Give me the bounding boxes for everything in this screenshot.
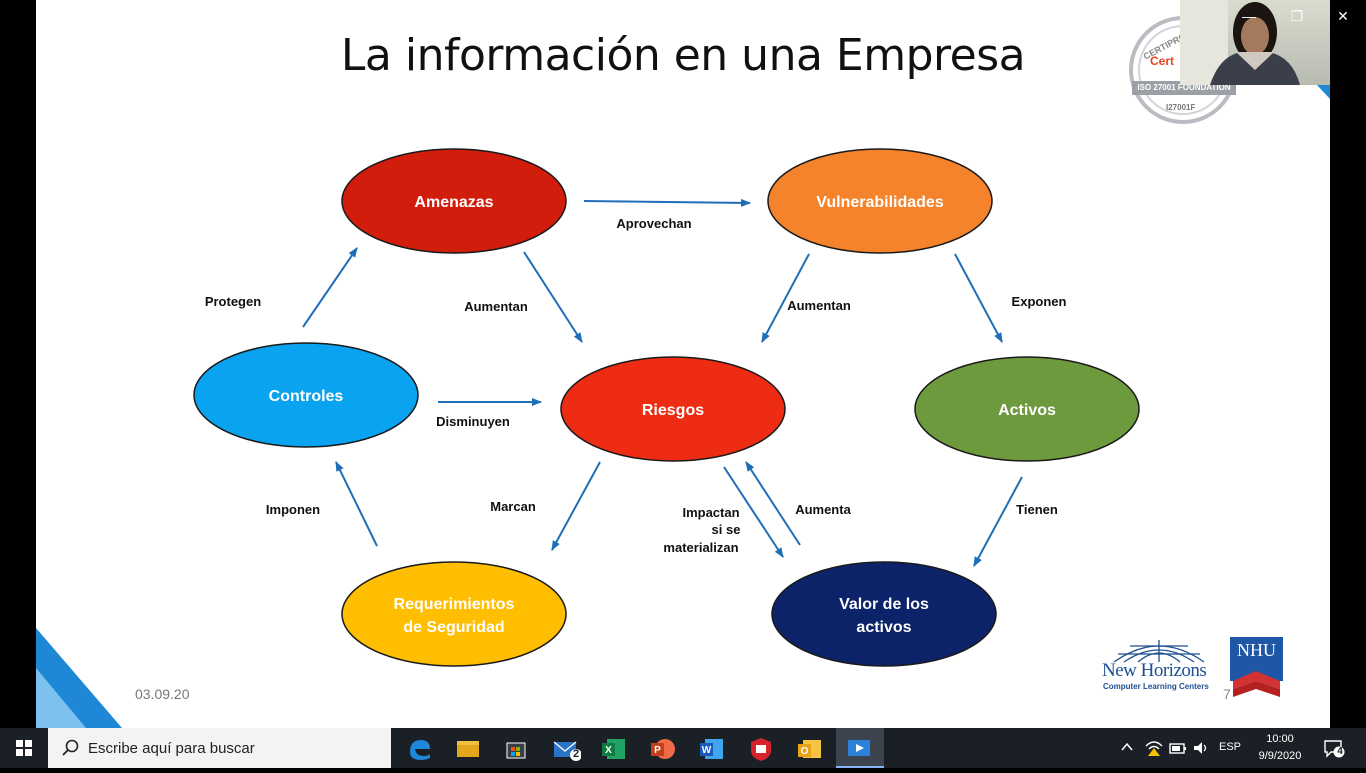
- notification-count: 4: [1337, 746, 1343, 757]
- arrow-requerimientos-controles: [335, 461, 378, 547]
- security-app-icon[interactable]: [746, 734, 776, 762]
- node-controles: Controles: [193, 342, 419, 448]
- badge-brand-text: Cert: [1150, 54, 1175, 68]
- arrow-valor-riesgos: [745, 461, 801, 546]
- new-horizons-subtitle: Computer Learning Centers: [1103, 682, 1209, 691]
- svg-text:P: P: [654, 745, 661, 756]
- slide-corner-accent: [1317, 85, 1330, 99]
- language-indicator[interactable]: ESP: [1216, 741, 1244, 753]
- minimize-button[interactable]: —: [1234, 4, 1264, 28]
- node-riesgos-label: Riesgos: [642, 402, 704, 419]
- mail-badge: 2: [572, 748, 580, 760]
- edge-label-protegen: Protegen: [205, 294, 261, 309]
- arrow-amenazas-vulnerabilidades: [583, 198, 751, 207]
- speaker-icon[interactable]: [1192, 740, 1210, 756]
- badge-code-text: I27001F: [1166, 103, 1196, 112]
- clock-date[interactable]: 9/9/2020: [1252, 750, 1308, 762]
- svg-text:X: X: [605, 745, 612, 756]
- edge-label-disminuyen: Disminuyen: [436, 414, 510, 429]
- node-amenazas-label: Amenazas: [414, 194, 493, 211]
- powerpoint-icon[interactable]: P: [648, 734, 678, 762]
- node-activos-label: Activos: [998, 402, 1056, 419]
- node-requerimientos-label-1: Requerimientos: [394, 596, 515, 613]
- search-icon: [62, 739, 79, 756]
- restore-button[interactable]: ❐: [1282, 4, 1312, 28]
- edge-label-imponen: Imponen: [266, 502, 320, 517]
- search-placeholder: Escribe aquí para buscar: [88, 740, 255, 757]
- windows-taskbar: Escribe aquí para buscar 2 X P W O ESP 1…: [0, 728, 1366, 768]
- edge-label-impactan-3: materializan: [663, 540, 738, 555]
- node-vulnerabilidades: Vulnerabilidades: [767, 148, 993, 254]
- nhu-text: NHU: [1237, 640, 1276, 660]
- node-valor-label-1: Valor de los: [839, 596, 929, 613]
- file-explorer-icon[interactable]: [453, 734, 483, 762]
- arrow-activos-valor: [973, 476, 1023, 567]
- window-controls: — ❐ ✕: [1228, 0, 1366, 32]
- node-activos: Activos: [914, 356, 1140, 462]
- outlook-icon[interactable]: O: [795, 734, 825, 762]
- store-icon[interactable]: [501, 734, 531, 762]
- node-valor-label-2: activos: [856, 619, 911, 636]
- node-controles-label: Controles: [269, 388, 344, 405]
- active-app-tile[interactable]: [836, 728, 884, 768]
- edge-label-aumentan-left: Aumentan: [464, 299, 528, 314]
- edge-label-marcan: Marcan: [490, 499, 536, 514]
- node-requerimientos: Requerimientos de Seguridad: [341, 561, 567, 667]
- svg-text:O: O: [801, 746, 809, 757]
- node-valor-activos: Valor de los activos: [771, 561, 997, 667]
- chevron-up-icon[interactable]: [1120, 740, 1134, 754]
- windows-logo-icon: [16, 740, 32, 756]
- start-button[interactable]: [0, 728, 48, 768]
- excel-icon[interactable]: X: [599, 734, 629, 762]
- battery-icon[interactable]: [1169, 740, 1187, 756]
- presentation-player-icon: [848, 740, 870, 756]
- clock-time[interactable]: 10:00: [1252, 733, 1308, 745]
- arrow-controles-amenazas: [302, 247, 358, 328]
- edge-label-impactan-1: Impactan: [682, 505, 739, 520]
- slide-date: 03.09.20: [135, 686, 190, 702]
- edge-label-tienen: Tienen: [1016, 502, 1058, 517]
- close-button[interactable]: ✕: [1328, 4, 1358, 28]
- network-warning-icon[interactable]: [1145, 740, 1163, 756]
- edge-browser-icon[interactable]: [404, 734, 434, 762]
- node-riesgos: Riesgos: [560, 356, 786, 462]
- edge-label-aumentan-right: Aumentan: [787, 298, 851, 313]
- new-horizons-name: New Horizons: [1102, 660, 1207, 681]
- edge-label-impactan-2: si se: [712, 522, 741, 537]
- node-requerimientos-label-2: de Seguridad: [403, 619, 504, 636]
- arrow-vulnerabilidades-activos: [954, 253, 1003, 343]
- word-icon[interactable]: W: [697, 734, 727, 762]
- arrow-amenazas-riesgos: [523, 251, 583, 343]
- edge-label-exponen: Exponen: [1012, 294, 1067, 309]
- svg-text:W: W: [702, 745, 712, 756]
- arrow-riesgos-requerimientos: [551, 461, 601, 551]
- node-amenazas: Amenazas: [341, 148, 567, 254]
- edge-label-aprovechan: Aprovechan: [616, 216, 691, 231]
- node-vulnerabilidades-label: Vulnerabilidades: [816, 194, 944, 211]
- edge-label-aumenta: Aumenta: [795, 502, 851, 517]
